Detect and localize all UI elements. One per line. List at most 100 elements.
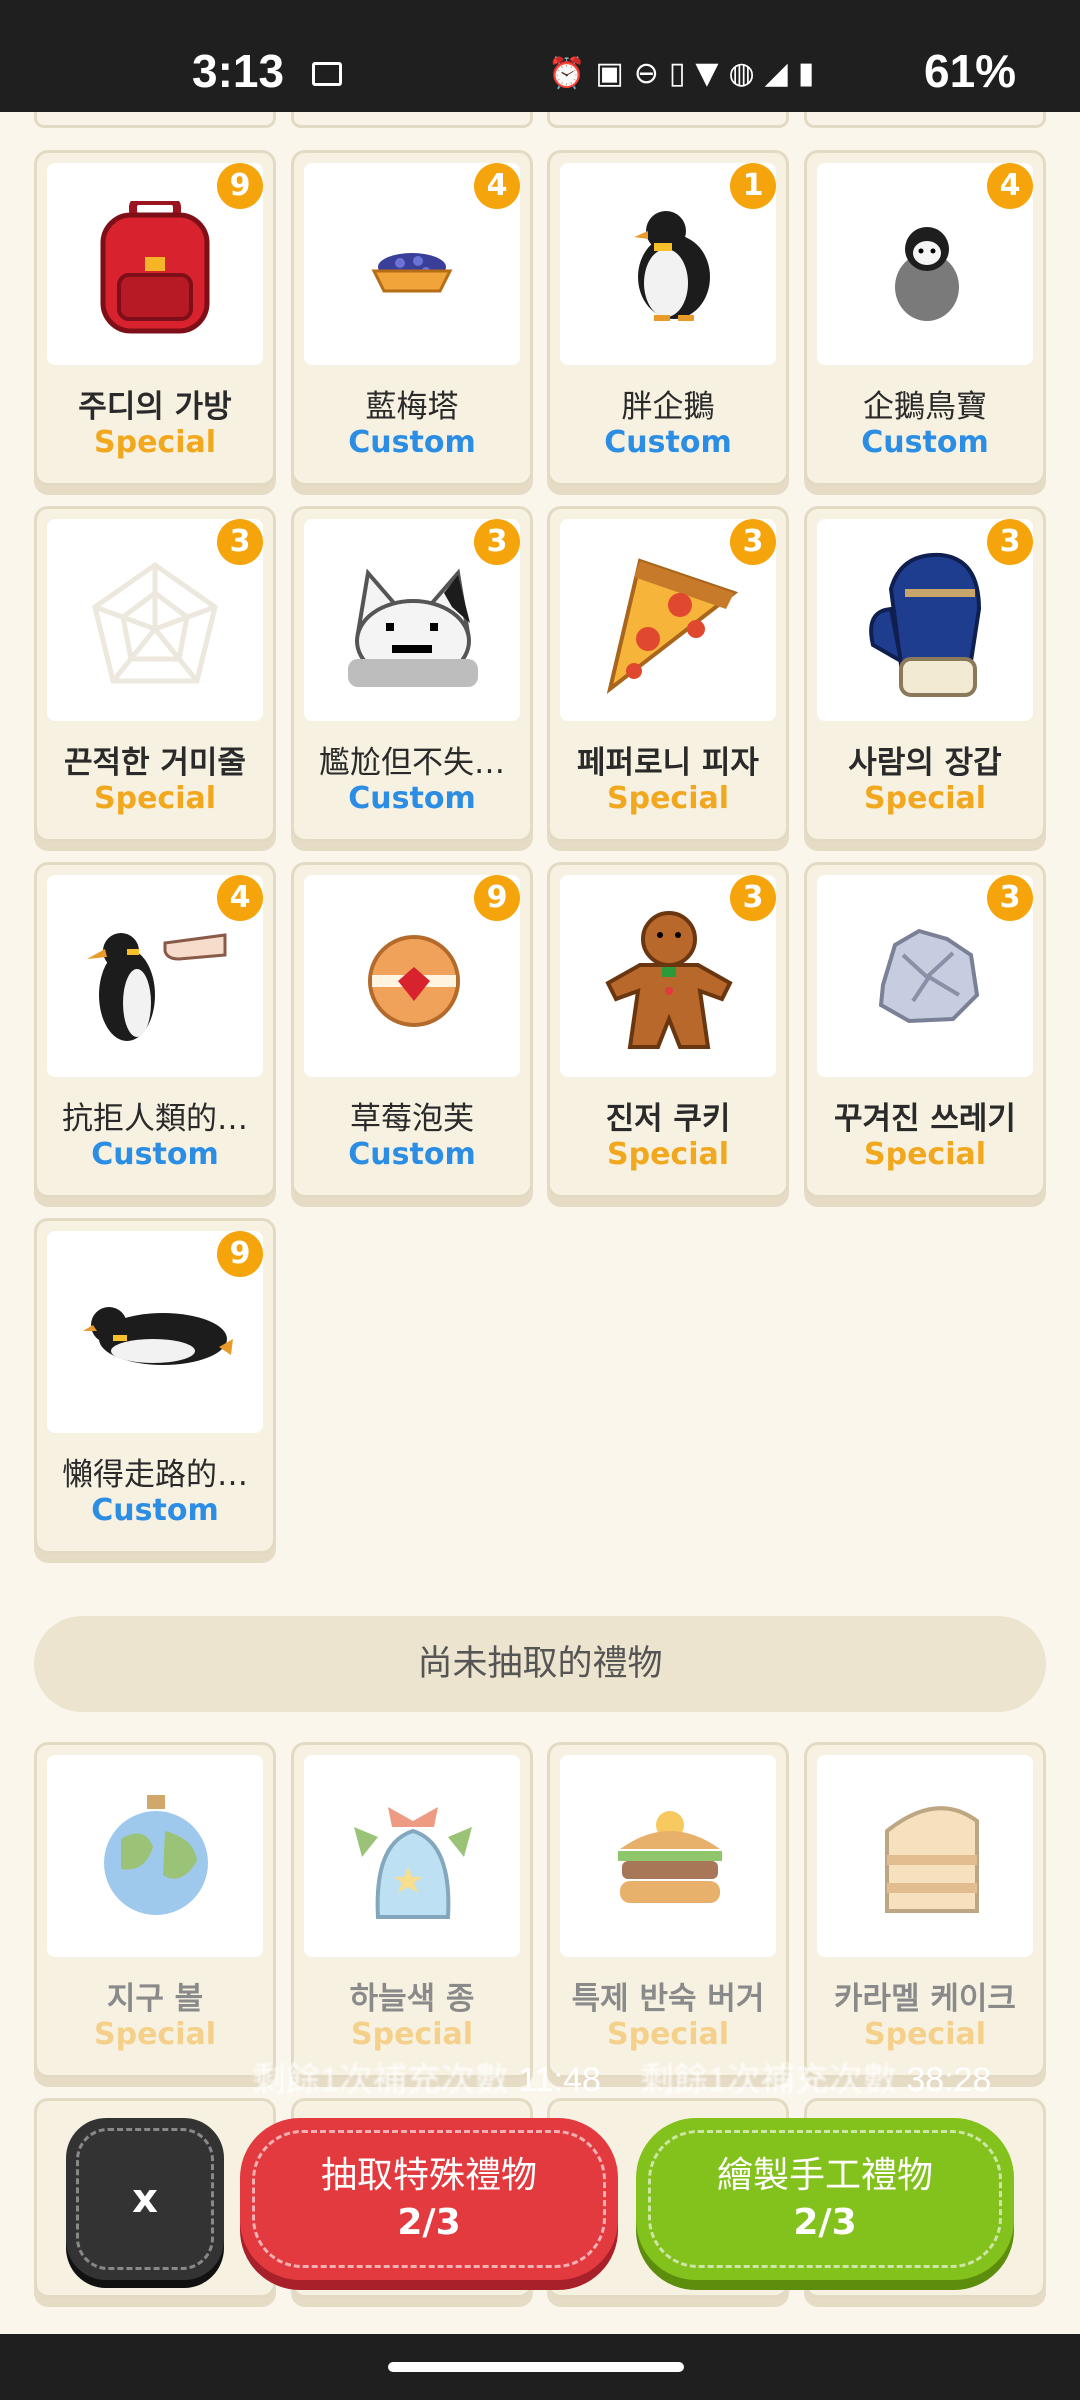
mitten-icon (869, 552, 982, 697)
button-label: 抽取特殊禮物 (320, 2155, 537, 2196)
gift-type: Special (606, 2017, 730, 2052)
previous-row-edge (0, 112, 1080, 130)
gift-type: Custom (348, 1137, 476, 1172)
image-icon (312, 62, 342, 86)
gift-card[interactable]: 3 尷尬但不失… Custom (291, 506, 533, 842)
wifi-icon: ▼ (695, 56, 729, 91)
gift-name: 懶得走路的… (62, 1457, 248, 1493)
penguin-hand-icon (87, 933, 227, 1041)
gift-card[interactable]: 3 페퍼로니 피자 Special (547, 506, 789, 842)
count-badge: 3 (987, 519, 1033, 565)
gift-type: Special (606, 1137, 730, 1172)
close-button[interactable]: x (66, 2118, 224, 2280)
button-count: 2/3 (397, 2202, 461, 2243)
undrawn-gift-card[interactable]: 지구 볼 Special (34, 1742, 276, 2078)
status-icons: ⏰▣⊖▯▼◍◢▮ (548, 56, 824, 91)
count-badge: 9 (217, 163, 263, 209)
caramel-cake-icon (885, 1806, 979, 1913)
gift-type: Special (863, 2017, 987, 2052)
home-handle[interactable] (388, 2362, 684, 2372)
gift-type: Special (863, 1137, 987, 1172)
gift-name: 꾸겨진 쓰레기 (834, 1101, 1016, 1137)
alarm-icon: ⏰ (548, 56, 596, 91)
pizza-slice-icon (606, 558, 739, 695)
red-backpack-icon (100, 201, 210, 334)
gift-card[interactable]: 1 胖企鵝 Custom (547, 150, 789, 486)
gift-type: Custom (91, 1493, 219, 1528)
gift-name: 카라멜 케이크 (834, 1981, 1016, 2017)
battery-icon: ▮ (797, 56, 825, 91)
gift-image (304, 1755, 520, 1957)
gift-card[interactable]: 3 사람의 장갑 Special (804, 506, 1046, 842)
count-badge: 1 (730, 163, 776, 209)
auto-hz-icon: ▣ (595, 56, 634, 91)
gift-name: 企鵝鳥寶 (863, 389, 987, 425)
count-badge: 4 (217, 875, 263, 921)
gift-card[interactable]: 4 企鵝鳥寶 Custom (804, 150, 1046, 486)
gift-card[interactable]: 4 藍梅塔 Custom (291, 150, 533, 486)
gift-name: 특제 반숙 버거 (571, 1981, 765, 2017)
gift-image (47, 1755, 263, 1957)
timer-value: 11:48 (518, 2061, 601, 2099)
gift-type: Custom (91, 1137, 219, 1172)
gift-name: 끈적한 거미줄 (64, 745, 246, 781)
gift-name: 지구 볼 (106, 1981, 204, 2017)
baby-penguin-icon (895, 227, 959, 321)
custom-refill-timer: 剩餘1次補充次數 38:28 (640, 2052, 991, 2101)
fat-penguin-icon (634, 211, 710, 321)
gift-name: 抗拒人類的… (62, 1101, 248, 1137)
gift-name: 草莓泡芙 (350, 1101, 474, 1137)
gift-card[interactable]: 9 주디의 가방 Special (34, 150, 276, 486)
status-time: 3:13 (192, 45, 285, 97)
gift-type: Special (93, 2017, 217, 2052)
dnd-icon: ⊖ (633, 56, 669, 91)
button-label: 繪製手工禮物 (716, 2155, 933, 2196)
button-count: 2/3 (793, 2202, 857, 2243)
gift-name: 하늘색 종 (349, 1981, 475, 2017)
count-badge: 3 (730, 519, 776, 565)
gift-card[interactable]: 3 꾸겨진 쓰레기 Special (804, 862, 1046, 1198)
gift-type: Special (93, 425, 217, 460)
draw-special-gift-button[interactable]: 抽取特殊禮物 2/3 (240, 2118, 618, 2280)
close-icon: x (76, 2128, 214, 2270)
undrawn-gift-card[interactable]: 카라멜 케이크 Special (804, 1742, 1046, 2078)
vibrate-icon: ▯ (668, 56, 696, 91)
gift-card[interactable]: 9 草莓泡芙 Custom (291, 862, 533, 1198)
timer-value: 38:28 (906, 2061, 992, 2099)
gift-image (817, 1755, 1033, 1957)
draw-custom-gift-button[interactable]: 繪製手工禮物 2/3 (636, 2118, 1014, 2280)
bottom-action-bar: x 抽取特殊禮物 2/3 繪製手工禮物 2/3 (0, 2110, 1080, 2330)
system-nav-bar (0, 2334, 1080, 2400)
gift-type: Custom (348, 781, 476, 816)
gift-card[interactable]: 4 抗拒人類的… Custom (34, 862, 276, 1198)
sky-bell-icon (354, 1807, 472, 1919)
gift-type: Custom (348, 425, 476, 460)
gift-type: Custom (861, 425, 989, 460)
status-bar: 3:13 ⏰▣⊖▯▼◍◢▮ 61% (0, 0, 1080, 112)
undrawn-gift-card[interactable]: 특제 반숙 버거 Special (547, 1742, 789, 2078)
gift-name: 페퍼로니 피자 (577, 745, 759, 781)
count-badge: 3 (474, 519, 520, 565)
crumpled-trash-icon (878, 928, 980, 1024)
signal-icon: ◢ (764, 56, 798, 91)
gift-image (560, 1755, 776, 1957)
strawberry-puff-icon (368, 935, 460, 1027)
gift-type: Special (350, 2017, 474, 2052)
undrawn-gifts-header: 尚未抽取的禮物 (34, 1616, 1046, 1712)
gift-card[interactable]: 3 진저 쿠키 Special (547, 862, 789, 1198)
count-badge: 3 (217, 519, 263, 565)
gift-name: 藍梅塔 (365, 389, 459, 425)
count-badge: 4 (987, 163, 1033, 209)
gift-card[interactable]: 3 끈적한 거미줄 Special (34, 506, 276, 842)
gift-card[interactable]: 9 懶得走路的… Custom (34, 1218, 276, 1554)
gift-name: 胖企鵝 (621, 389, 715, 425)
undrawn-gift-card[interactable]: 하늘색 종 Special (291, 1742, 533, 2078)
lying-penguin-icon (83, 1307, 233, 1365)
timer-label: 剩餘1次補充次數 (252, 2061, 509, 2099)
blueberry-tart-icon (371, 253, 453, 293)
count-badge: 3 (730, 875, 776, 921)
battery-percent: 61% (924, 45, 1017, 97)
gift-type: Custom (604, 425, 732, 460)
gift-name: 주디의 가방 (78, 389, 232, 425)
volte-icon: ◍ (728, 56, 765, 91)
